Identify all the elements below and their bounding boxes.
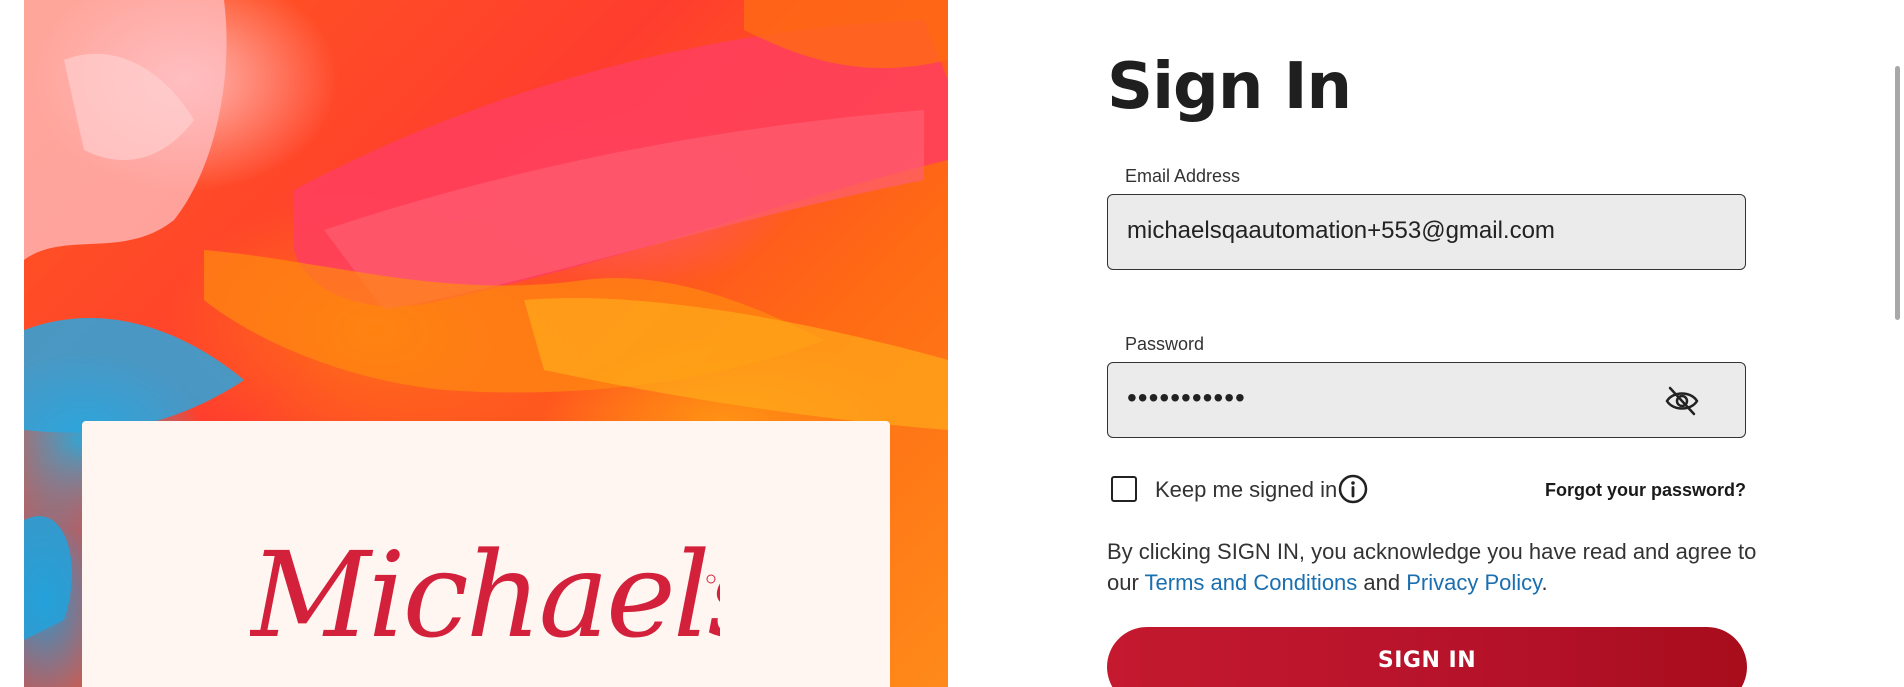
scrollbar-thumb[interactable]: [1895, 66, 1900, 320]
email-field[interactable]: michaelsqaautomation+553@gmail.com: [1107, 194, 1746, 270]
forgot-password-link[interactable]: Forgot your password?: [1545, 480, 1746, 501]
keep-signed-in-checkbox[interactable]: [1111, 476, 1137, 502]
password-value: •••••••••••: [1127, 382, 1246, 413]
privacy-link[interactable]: Privacy Policy: [1406, 570, 1541, 595]
eye-slash-icon[interactable]: [1665, 385, 1699, 422]
email-value: michaelsqaautomation+553@gmail.com: [1127, 217, 1555, 244]
sign-in-page: Michaels Sign In Email Address michaelsq…: [0, 0, 1904, 687]
hero-paint-image: Michaels: [24, 0, 948, 687]
email-label: Email Address: [1125, 166, 1241, 186]
legal-middle: and: [1357, 570, 1407, 595]
password-label: Password: [1125, 334, 1205, 354]
page-title: Sign In: [1107, 50, 1352, 124]
svg-text:Michaels: Michaels: [250, 531, 720, 661]
sign-in-button[interactable]: SIGN IN: [1107, 627, 1747, 687]
sign-in-options-row: Keep me signed in Forgot your password?: [1107, 472, 1746, 506]
info-icon[interactable]: [1337, 473, 1369, 510]
terms-link[interactable]: Terms and Conditions: [1145, 570, 1358, 595]
michaels-logo: Michaels: [250, 531, 720, 661]
password-field[interactable]: •••••••••••: [1107, 362, 1746, 438]
page-scrollbar[interactable]: [1890, 0, 1904, 687]
legal-suffix: .: [1541, 570, 1548, 595]
legal-notice: By clicking SIGN IN, you acknowledge you…: [1107, 536, 1757, 598]
logo-card: Michaels: [82, 421, 890, 687]
keep-signed-in-label[interactable]: Keep me signed in: [1155, 477, 1337, 503]
